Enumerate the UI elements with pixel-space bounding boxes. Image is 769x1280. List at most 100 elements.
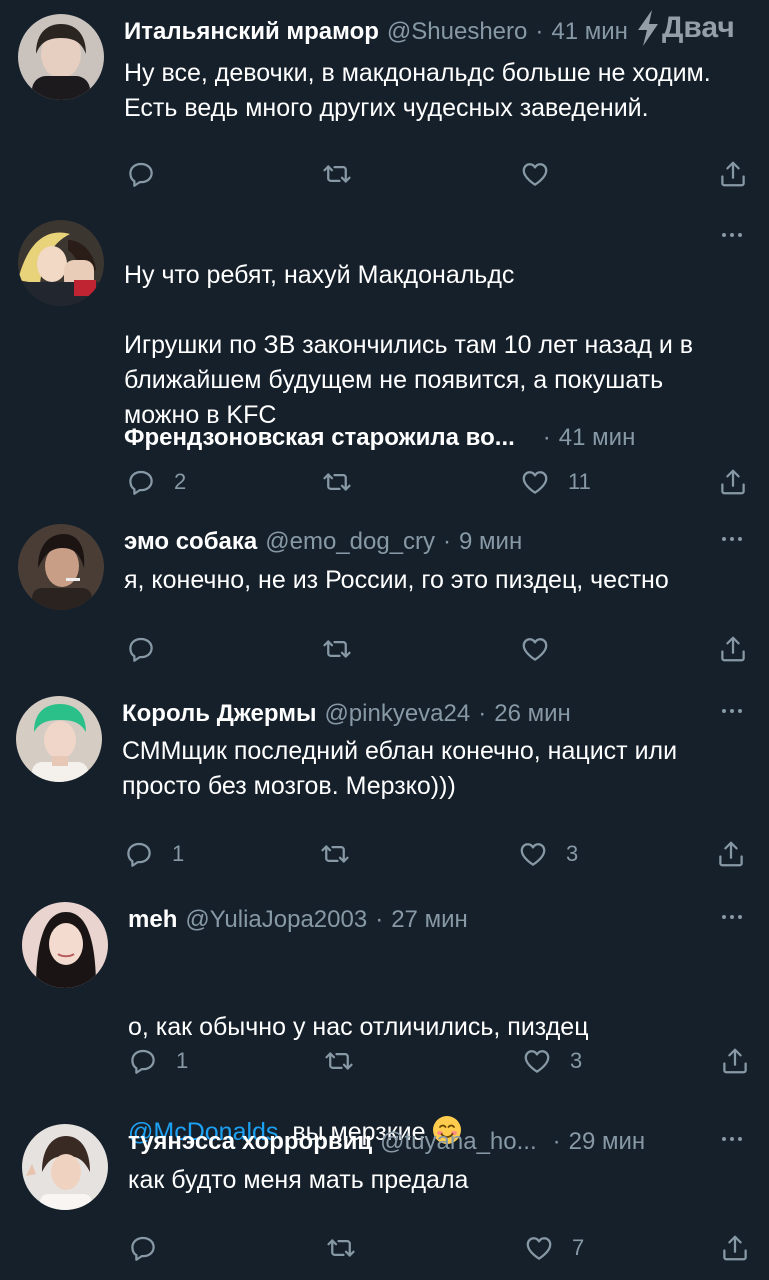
author-handle[interactable]: @pinkyeva24 [324,700,470,728]
share-icon [720,1233,750,1263]
author-handle[interactable]: @Shueshero [387,18,527,46]
retweet-button[interactable] [326,1228,356,1268]
author-name[interactable]: Итальянский мрамор [124,18,379,46]
heart-icon [520,634,550,664]
retweet-icon [322,467,352,497]
reply-icon [128,1046,158,1076]
avatar[interactable] [18,14,104,100]
author-handle[interactable]: @emo_dog_cry [265,528,435,556]
author-name[interactable]: Король Джермы [122,700,316,728]
timestamp[interactable]: 41 мин [551,18,628,46]
reply-button[interactable]: 1 [124,834,184,874]
more-icon [719,231,745,239]
tweet[interactable]: Френдзоновская старожила во... · 41 мин … [0,200,769,510]
reply-count: 2 [174,469,187,494]
action-bar: 1 3 [0,834,769,874]
retweet-button[interactable] [320,834,350,874]
like-button[interactable]: 3 [518,834,578,874]
more-icon [719,913,745,921]
avatar[interactable] [22,902,108,988]
like-button[interactable] [520,154,568,194]
retweet-icon [326,1233,356,1263]
avatar[interactable] [16,696,102,782]
author-handle[interactable]: @tuyana_ho... [380,1128,536,1156]
author-name[interactable]: туянэсса хоррорвиц [128,1128,372,1156]
share-button[interactable] [718,462,748,502]
share-icon [718,159,748,189]
tweet[interactable]: туянэсса хоррорвиц @tuyana_ho... · 29 ми… [0,1108,769,1280]
tweet[interactable]: Король Джермы @pinkyeva24 · 26 мин СММщи… [0,682,769,888]
retweet-icon [324,1046,354,1076]
like-count: 3 [570,1048,583,1073]
more-icon [719,1135,745,1143]
avatar[interactable] [22,1124,108,1210]
like-button[interactable] [520,629,568,669]
tweet-text-line: о, как обычно у нас отличились, пиздец [128,1013,589,1041]
action-bar: 7 [0,1228,769,1268]
author-handle[interactable]: @YuliaJopa2003 [185,906,367,934]
reply-button[interactable] [126,629,174,669]
share-button[interactable] [718,629,748,669]
timestamp[interactable]: 29 мин [569,1128,646,1156]
separator: · [443,528,452,555]
reply-button[interactable]: 1 [128,1041,188,1081]
author-name[interactable]: эмо собака [124,528,257,556]
more-icon [719,707,745,715]
reply-icon [126,467,156,497]
avatar[interactable] [18,220,104,306]
action-bar: 1 3 [0,1041,769,1081]
reply-icon [126,634,156,664]
reply-count: 1 [172,841,185,866]
reply-button[interactable] [126,154,174,194]
share-icon [716,839,746,869]
reply-count: 1 [176,1048,189,1073]
like-count: 7 [572,1235,585,1260]
reply-icon [126,159,156,189]
heart-icon [518,839,548,869]
author-name[interactable]: meh [128,906,177,934]
timestamp[interactable]: 9 мин [459,528,522,556]
like-button[interactable]: 3 [522,1041,582,1081]
heart-icon [524,1233,554,1263]
retweet-button[interactable] [322,629,352,669]
action-bar [0,629,769,669]
more-button[interactable] [715,696,749,726]
share-button[interactable] [720,1041,750,1081]
tweet-text: я, конечно, не из России, го это пиздец,… [124,566,669,594]
heart-icon [520,159,550,189]
share-button[interactable] [718,154,748,194]
retweet-button[interactable] [322,462,352,502]
share-icon [718,467,748,497]
tweet[interactable]: эмо собака @emo_dog_cry · 9 мин я, конеч… [0,510,769,682]
reply-icon [124,839,154,869]
retweet-icon [320,839,350,869]
reply-button[interactable]: 2 [126,462,186,502]
more-button[interactable] [715,902,749,932]
action-bar [0,154,769,194]
like-count: 11 [568,469,591,494]
tweet-text: Ну все, девочки, в макдональдс больше не… [124,59,711,122]
action-bar: 2 11 [0,462,769,502]
tweet[interactable]: meh @YuliaJopa2003 · 27 мин о, как обычн… [0,888,769,1146]
tweet-text: Ну что ребят, нахуй Макдональдс Игрушки … [124,261,694,429]
separator: · [478,700,487,727]
more-icon [719,535,745,543]
like-count: 3 [566,841,579,866]
more-button[interactable] [715,524,749,554]
tweet[interactable]: Итальянский мрамор @Shueshero · 41 мин Н… [0,0,769,200]
like-button[interactable]: 11 [520,462,591,502]
more-button[interactable] [715,1124,749,1154]
retweet-icon [322,634,352,664]
share-button[interactable] [716,834,746,874]
like-button[interactable]: 7 [524,1228,584,1268]
timestamp[interactable]: 27 мин [391,906,468,934]
more-button[interactable] [715,220,749,250]
reply-icon [128,1233,158,1263]
separator: · [375,906,384,933]
avatar[interactable] [18,524,104,610]
share-button[interactable] [720,1228,750,1268]
retweet-button[interactable] [322,154,352,194]
timestamp[interactable]: 26 мин [494,700,571,728]
retweet-button[interactable] [324,1041,354,1081]
reply-button[interactable] [128,1228,176,1268]
